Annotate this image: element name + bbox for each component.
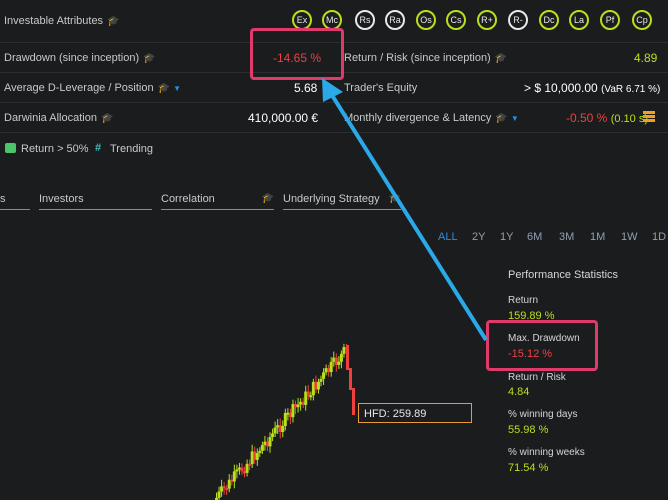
annotation-arrow — [322, 78, 488, 342]
